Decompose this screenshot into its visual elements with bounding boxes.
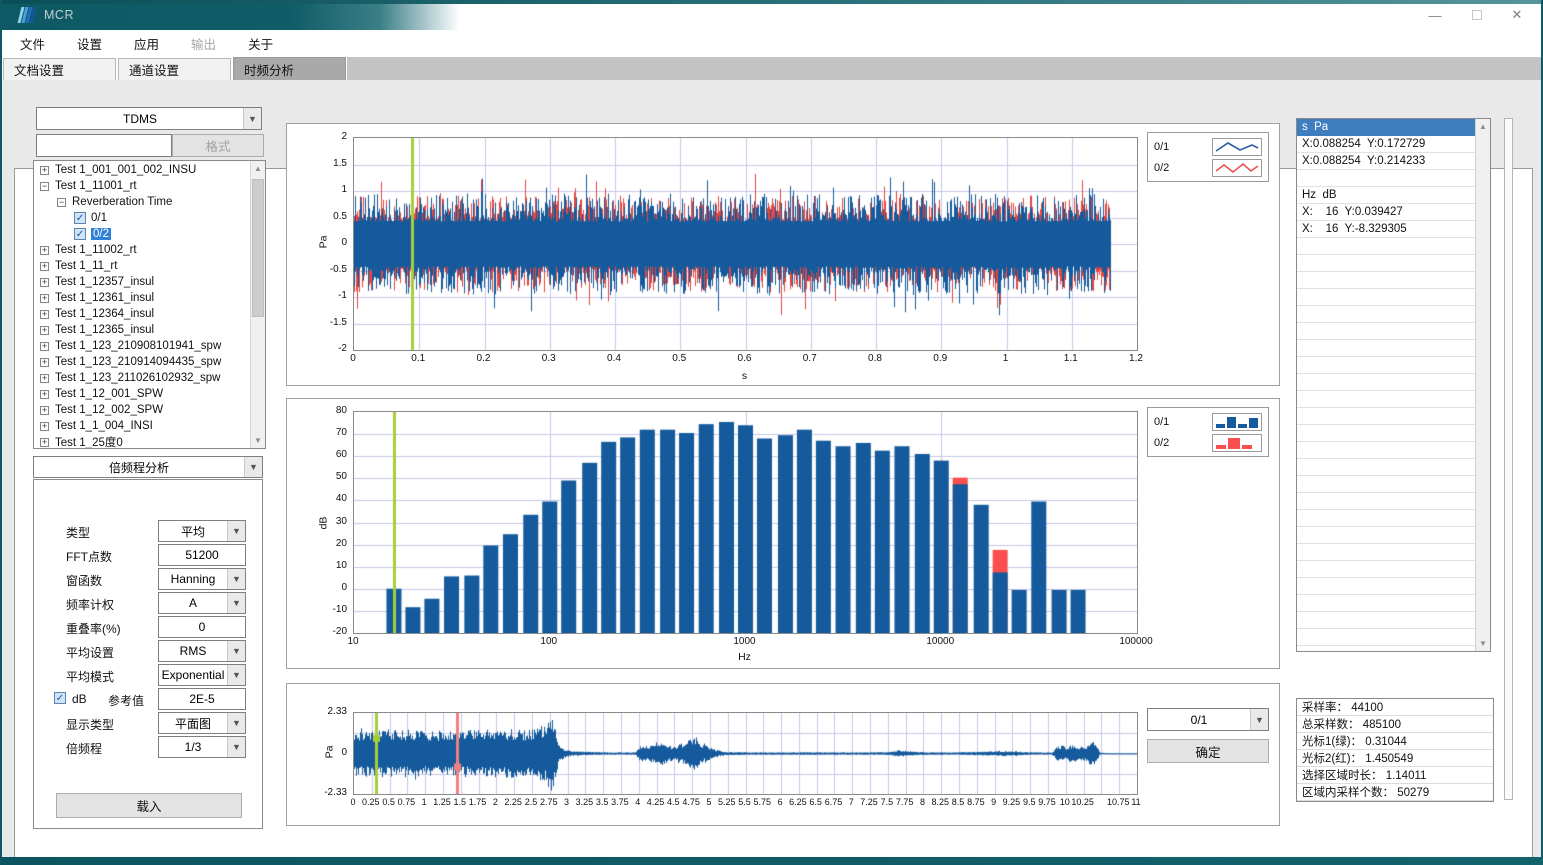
app-window: MCR — ✕ 文件设置应用输出关于 文档设置通道设置时频分析 TDMS ▼ 格… <box>0 0 1543 865</box>
readout-row-empty[interactable] <box>1297 595 1475 612</box>
readout-row-empty[interactable] <box>1297 391 1475 408</box>
readout-row-empty[interactable] <box>1297 629 1475 646</box>
readout-row-empty[interactable] <box>1297 425 1475 442</box>
readout-row-empty[interactable] <box>1297 374 1475 391</box>
readout-row-empty[interactable] <box>1297 289 1475 306</box>
readout-row[interactable]: Hz dB <box>1297 187 1475 204</box>
readout-row[interactable]: X: 16 Y:0.039427 <box>1297 204 1475 221</box>
sample-info-rows: 采样率： 44100总采样数： 485100光标1(绿)： 0.31044光标2… <box>1297 699 1493 801</box>
side-scrollbar[interactable] <box>1504 118 1513 800</box>
window-border-left <box>0 0 2 865</box>
readout-row-empty[interactable] <box>1297 306 1475 323</box>
cursor-readout-rows: s PaX:0.088254 Y:0.172729X:0.088254 Y:0.… <box>1297 119 1475 651</box>
readout-row-empty[interactable] <box>1297 510 1475 527</box>
readout-row[interactable] <box>1297 170 1475 187</box>
readout-row-empty[interactable] <box>1297 442 1475 459</box>
window-border-bottom <box>0 857 1543 865</box>
tab-1[interactable]: 文档设置 <box>3 58 116 80</box>
info-row: 光标2(红)： 1.450549 <box>1297 750 1493 767</box>
right-panel: s PaX:0.088254 Y:0.172729X:0.088254 Y:0.… <box>0 0 1543 865</box>
readout-row-empty[interactable] <box>1297 527 1475 544</box>
info-row: 总采样数： 485100 <box>1297 716 1493 733</box>
tab-3[interactable]: 时频分析 <box>233 57 346 80</box>
readout-row-empty[interactable] <box>1297 238 1475 255</box>
scroll-up-icon[interactable]: ▲ <box>1476 119 1490 134</box>
info-row: 选择区域时长： 1.14011 <box>1297 767 1493 784</box>
readout-row-empty[interactable] <box>1297 544 1475 561</box>
scroll-down-icon[interactable]: ▼ <box>1476 636 1490 651</box>
readout-row-empty[interactable] <box>1297 255 1475 272</box>
readout-row[interactable]: X:0.088254 Y:0.214233 <box>1297 153 1475 170</box>
readout-row-empty[interactable] <box>1297 476 1475 493</box>
readout-scrollbar[interactable]: ▲ ▼ <box>1475 119 1490 651</box>
tab-2[interactable]: 通道设置 <box>118 58 231 80</box>
readout-row[interactable]: s Pa <box>1297 119 1475 136</box>
readout-row-empty[interactable] <box>1297 459 1475 476</box>
sample-info-panel: 采样率： 44100总采样数： 485100光标1(绿)： 0.31044光标2… <box>1296 698 1494 802</box>
readout-row-empty[interactable] <box>1297 493 1475 510</box>
cursor-readout-list: s PaX:0.088254 Y:0.172729X:0.088254 Y:0.… <box>1296 118 1491 652</box>
info-row: 采样率： 44100 <box>1297 699 1493 716</box>
readout-row-empty[interactable] <box>1297 272 1475 289</box>
info-row: 光标1(绿)： 0.31044 <box>1297 733 1493 750</box>
info-row: 区域内采样个数： 50279 <box>1297 784 1493 801</box>
readout-row[interactable]: X:0.088254 Y:0.172729 <box>1297 136 1475 153</box>
readout-row-empty[interactable] <box>1297 323 1475 340</box>
readout-row-empty[interactable] <box>1297 578 1475 595</box>
readout-row-empty[interactable] <box>1297 408 1475 425</box>
readout-row-empty[interactable] <box>1297 357 1475 374</box>
readout-row-empty[interactable] <box>1297 561 1475 578</box>
readout-row-empty[interactable] <box>1297 612 1475 629</box>
readout-row[interactable]: X: 16 Y:-8.329305 <box>1297 221 1475 238</box>
readout-row-empty[interactable] <box>1297 340 1475 357</box>
